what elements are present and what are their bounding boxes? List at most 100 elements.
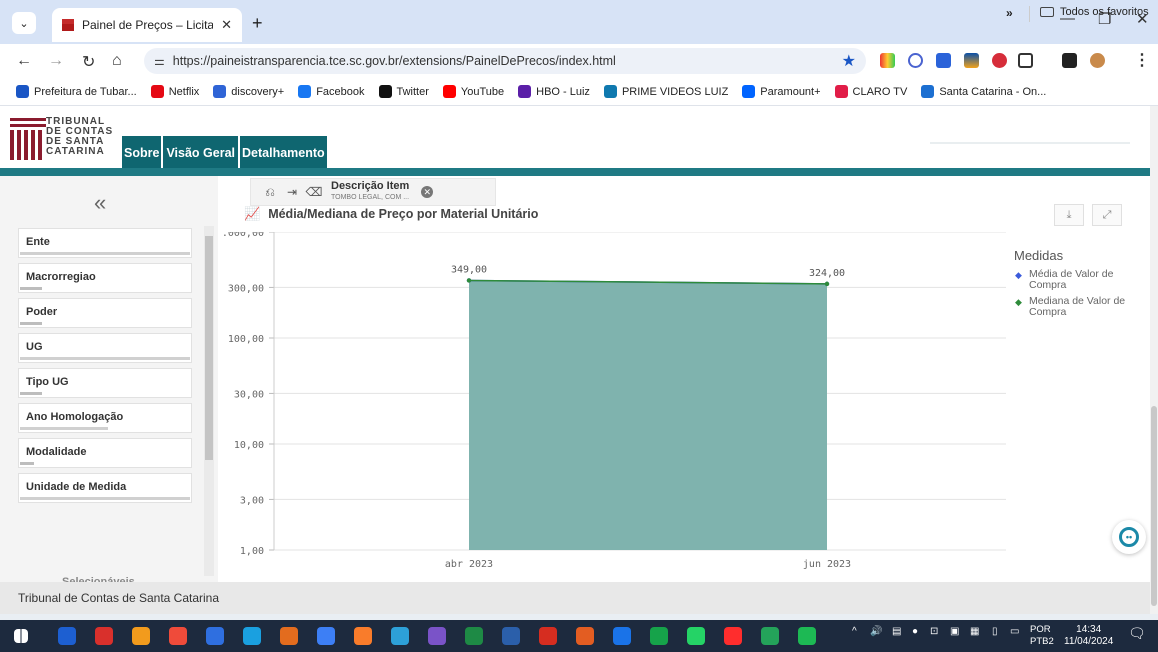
logo-text: TRIBUNAL DE CONTAS DE SANTA CATARINA [46,116,114,157]
bookmark-item[interactable]: Netflix [150,85,200,98]
taskbar-app-icon[interactable] [465,627,483,645]
taskbar-app-icon[interactable] [798,627,816,645]
chatbot-button[interactable]: •• [1112,520,1146,554]
filter-poder[interactable]: Poder [18,298,192,328]
tab-sobre[interactable]: Sobre [122,136,162,170]
step-forward-icon[interactable]: ⇥ [281,185,303,199]
clear-selections-icon[interactable]: ⌫ [303,185,325,199]
url-input[interactable]: ⚌ https://paineistransparencia.tce.sc.go… [144,48,866,74]
tray-chevron-icon[interactable]: ^ [852,626,857,637]
extension-icon[interactable] [964,53,979,68]
taskbar-app-icon[interactable] [243,627,261,645]
notifications-icon[interactable]: 🗨 [1128,625,1146,642]
taskbar-app-icon[interactable] [761,627,779,645]
filter-unidade-medida[interactable]: Unidade de Medida [18,473,192,503]
taskbar-app-icon[interactable] [317,627,335,645]
tray-app-icon[interactable]: ⊡ [930,626,938,637]
taskbar-app-icon[interactable] [169,627,187,645]
taskbar-app-icon[interactable] [687,627,705,645]
filter-ug[interactable]: UG [18,333,192,363]
tray-app-icon[interactable]: ▦ [970,626,979,637]
bookmark-item[interactable]: PRIME VIDEOS LUIZ [603,85,728,98]
taskbar-app-icon[interactable] [428,627,446,645]
filter-tipo-ug[interactable]: Tipo UG [18,368,192,398]
taskbar-app-icon[interactable] [613,627,631,645]
tray-app-icon[interactable]: ● [912,626,918,637]
start-menu-icon[interactable] [14,629,28,643]
taskbar-app-icon[interactable] [650,627,668,645]
tray-app-icon[interactable]: ▤ [892,626,901,637]
bookmark-item[interactable]: CLARO TV [834,85,907,98]
taskbar-app-icon[interactable] [58,627,76,645]
remove-selection-icon[interactable]: ✕ [421,186,434,198]
page-content: TRIBUNAL DE CONTAS DE SANTA CATARINA Sob… [0,106,1150,614]
bookmark-item[interactable]: YouTube [442,85,504,98]
bookmark-item[interactable]: Twitter [378,85,429,98]
new-tab-icon[interactable]: + [252,13,263,34]
taskbar-app-icon[interactable] [354,627,372,645]
bookmark-label: Netflix [168,85,200,98]
side-panel-icon[interactable] [1062,53,1077,68]
reload-icon[interactable]: ↻ [82,52,95,72]
tray-app-icon[interactable]: ▣ [950,626,959,637]
taskbar-app-icon[interactable] [391,627,409,645]
browser-tab-bar: ⌄ Painel de Preços – Licitações ✕ + — ❐ … [0,0,1158,44]
expand-icon[interactable]: ⤢ [1092,204,1122,226]
bookmark-favicon-icon [298,85,312,98]
bookmark-item[interactable]: Paramount+ [742,85,821,98]
volume-icon[interactable]: 🔊 [870,626,882,637]
filter-modalidade[interactable]: Modalidade [18,438,192,468]
extension-icon[interactable] [992,53,1007,68]
battery-icon[interactable]: ▯ [992,626,998,637]
download-icon[interactable]: ⤓ [1054,204,1084,226]
bookmark-item[interactable]: Facebook [298,85,365,98]
tce-logo[interactable]: TRIBUNAL DE CONTAS DE SANTA CATARINA [10,114,118,164]
all-bookmarks-button[interactable]: Todos os favoritos [1040,6,1149,18]
input-language[interactable]: POR PTB2 [1030,624,1054,648]
step-back-icon[interactable]: ⎌ [259,185,281,200]
more-bookmarks-icon[interactable]: » [1006,6,1013,20]
chart-area[interactable]: 1.000,00 300,00 100,00 30,00 10,00 3,00 1,00 34… [222,232,1012,580]
back-icon[interactable]: ← [16,52,32,70]
collapse-sidebar-icon[interactable]: « [94,190,106,216]
legend-item-mediana[interactable]: ◆ Mediana de Valor de Compra [1014,296,1144,318]
taskbar-app-icon[interactable] [576,627,594,645]
sidebar-scrollbar[interactable] [204,226,214,576]
profile-avatar[interactable] [1090,53,1105,68]
system-clock[interactable]: 14:34 11/04/2024 [1064,624,1113,648]
forward-icon[interactable]: → [48,52,64,70]
tab-search-icon[interactable]: ⌄ [12,12,36,34]
taskbar-app-icon[interactable] [95,627,113,645]
taskbar-app-icon[interactable] [502,627,520,645]
extensions-puzzle-icon[interactable] [1018,53,1033,68]
selection-chip[interactable]: Descrição Item TOMBO LEGAL, COM ... [331,181,409,203]
bookmark-star-icon[interactable]: ★ [842,51,856,71]
legend-item-media[interactable]: ◆ Média de Valor de Compra [1014,269,1144,291]
page-scrollbar[interactable] [1150,106,1158,614]
taskbar-app-icon[interactable] [280,627,298,645]
bookmark-item[interactable]: HBO - Luiz [518,85,590,98]
site-info-icon[interactable]: ⚌ [154,54,165,68]
tab-visao-geral[interactable]: Visão Geral [163,136,238,170]
address-bar-row: ← → ↻ ⌂ ⚌ https://paineistransparencia.t… [0,44,1158,78]
menu-kebab-icon[interactable]: ⋮ [1134,50,1150,70]
bookmark-item[interactable]: Santa Catarina - On... [921,85,1046,98]
filter-ente[interactable]: Ente [18,228,192,258]
extension-icon[interactable] [908,53,923,68]
bookmark-label: Facebook [316,85,365,98]
taskbar-app-icon[interactable] [539,627,557,645]
taskbar-app-icon[interactable] [206,627,224,645]
taskbar-app-icon[interactable] [132,627,150,645]
filter-ano-homologacao[interactable]: Ano Homologação [18,403,192,433]
filter-macrorregiao[interactable]: Macrorregiao [18,263,192,293]
bookmark-item[interactable]: discovery+ [213,85,284,98]
taskbar-app-icon[interactable] [724,627,742,645]
extension-icon[interactable] [936,53,951,68]
bookmark-item[interactable]: Prefeitura de Tubar... [16,85,137,98]
home-icon[interactable]: ⌂ [112,52,122,70]
extension-icon[interactable] [880,53,895,68]
close-tab-icon[interactable]: ✕ [221,17,232,33]
network-icon[interactable]: ▭ [1010,626,1019,637]
tab-detalhamento[interactable]: Detalhamento [240,136,327,170]
browser-tab[interactable]: Painel de Preços – Licitações ✕ [52,8,242,42]
